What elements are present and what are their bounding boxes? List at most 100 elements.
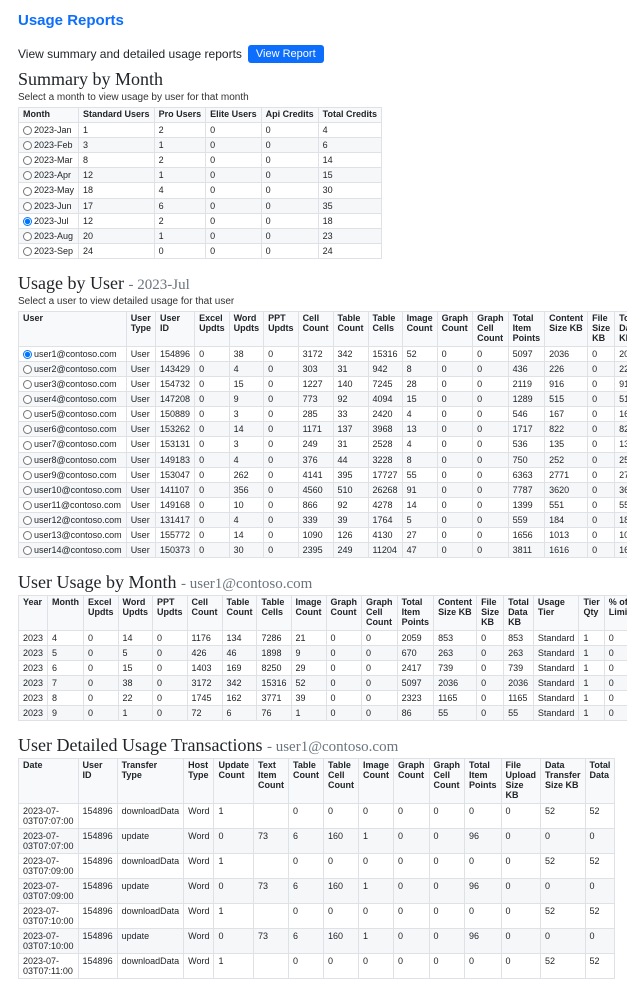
table-cell: 39 (333, 513, 368, 528)
row-select-radio[interactable] (23, 350, 32, 359)
table-cell: 2528 (368, 437, 402, 452)
row-select-radio[interactable] (23, 546, 32, 555)
row-select-radio[interactable] (23, 441, 32, 450)
table-cell: 1 (118, 706, 152, 721)
table-cell: User (126, 346, 155, 361)
table-cell: 96 (465, 878, 502, 903)
column-header: Excel Updts (195, 312, 230, 347)
table-cell: 5 (402, 513, 437, 528)
table-cell: 0 (358, 853, 393, 878)
table-row[interactable]: user2@contoso.comUser1434290403033194280… (19, 361, 627, 376)
column-header: Table Count (222, 596, 257, 631)
table-cell: 0 (84, 676, 119, 691)
table-cell: 0 (604, 661, 627, 676)
table-cell: 0 (261, 198, 318, 213)
row-select-radio[interactable] (23, 202, 32, 211)
column-header: Elite Users (206, 108, 262, 123)
table-row[interactable]: user7@contoso.comUser1531310302493125284… (19, 437, 627, 452)
table-cell: 4 (48, 631, 84, 646)
column-header: Graph Cell Count (429, 759, 465, 804)
table-row[interactable]: user5@contoso.comUser1508890302853324204… (19, 407, 627, 422)
row-select-radio[interactable] (23, 395, 32, 404)
table-row[interactable]: user14@contoso.comUser150373030023952491… (19, 543, 627, 558)
table-row[interactable]: 2023-Jul1220018 (19, 213, 382, 228)
row-select-radio[interactable] (23, 126, 32, 135)
table-row[interactable]: 2023-Aug2010023 (19, 228, 382, 243)
table-cell: 0 (465, 803, 502, 828)
table-row[interactable]: 2023-Feb31006 (19, 138, 382, 153)
row-select-radio[interactable] (23, 217, 32, 226)
table-row: 202350504264618989006702630263Standard10… (19, 646, 627, 661)
row-select-radio[interactable] (23, 141, 32, 150)
table-cell: 1745 (187, 691, 222, 706)
table-cell: 24 (318, 243, 381, 258)
usage-by-user-table: UserUser TypeUser IDExcel UpdtsWord Updt… (18, 311, 627, 558)
row-select-radio[interactable] (23, 171, 32, 180)
table-cell: 6 (154, 198, 206, 213)
row-select-radio[interactable] (23, 501, 32, 510)
table-cell: 0 (465, 953, 502, 978)
view-report-button[interactable]: View Report (248, 45, 324, 63)
table-cell: 0 (501, 853, 541, 878)
row-select-radio[interactable] (23, 516, 32, 525)
usage-by-user-title: Usage by User (18, 273, 124, 293)
row-select-radio[interactable] (23, 531, 32, 540)
table-row[interactable]: user8@contoso.comUser1491830403764432288… (19, 452, 627, 467)
table-cell: 0 (541, 828, 586, 853)
row-select-radio[interactable] (23, 425, 32, 434)
table-cell: 15316 (368, 346, 402, 361)
row-select-radio[interactable] (23, 187, 32, 196)
table-row[interactable]: 2023-Sep2400024 (19, 243, 382, 258)
table-row[interactable]: user13@contoso.comUser155772014010901264… (19, 528, 627, 543)
table-cell: user7@contoso.com (19, 437, 127, 452)
row-select-radio[interactable] (23, 456, 32, 465)
table-cell: 73 (254, 878, 289, 903)
table-cell: 8 (79, 153, 155, 168)
row-select-radio[interactable] (23, 486, 32, 495)
table-cell: 0 (358, 803, 393, 828)
row-select-radio[interactable] (23, 380, 32, 389)
column-header: Graph Count (326, 596, 362, 631)
table-cell: 8 (48, 691, 84, 706)
table-cell: 6363 (508, 467, 545, 482)
table-cell: Standard (533, 631, 579, 646)
table-cell: 0 (588, 392, 615, 407)
row-select-radio[interactable] (23, 232, 32, 241)
row-select-radio[interactable] (23, 410, 32, 419)
table-cell: 31 (333, 437, 368, 452)
table-cell: 4 (229, 452, 263, 467)
table-row[interactable]: user4@contoso.comUser1472080907739240941… (19, 392, 627, 407)
table-cell: 0 (264, 346, 299, 361)
table-row: 2023-07-03T07:07:00154896downloadDataWor… (19, 803, 615, 828)
table-cell: 15316 (257, 676, 291, 691)
table-row[interactable]: user12@contoso.comUser131417040339391764… (19, 513, 627, 528)
table-row[interactable]: 2023-May1840030 (19, 183, 382, 198)
table-row[interactable]: user1@contoso.comUser1548960380317234215… (19, 346, 627, 361)
row-select-radio[interactable] (23, 365, 32, 374)
table-row[interactable]: user10@contoso.comUser141107035604560510… (19, 482, 627, 497)
column-header: Tier Qty (579, 596, 604, 631)
table-row[interactable]: 2023-Mar820014 (19, 153, 382, 168)
table-row[interactable]: user3@contoso.comUser1547320150122714072… (19, 376, 627, 391)
table-cell: Standard (533, 676, 579, 691)
table-row[interactable]: 2023-Jun1760035 (19, 198, 382, 213)
table-cell: 141107 (156, 482, 195, 497)
table-row[interactable]: 2023-Jan12004 (19, 122, 382, 137)
table-row[interactable]: 2023-Apr1210015 (19, 168, 382, 183)
column-header: Total Item Points (465, 759, 502, 804)
table-row[interactable]: user6@contoso.comUser1532620140117113739… (19, 422, 627, 437)
table-cell: 30 (229, 543, 263, 558)
row-select-radio[interactable] (23, 156, 32, 165)
column-header: Content Size KB (434, 596, 477, 631)
table-cell: 515 (615, 392, 627, 407)
table-cell: 0 (326, 676, 362, 691)
table-cell (254, 953, 289, 978)
row-select-radio[interactable] (23, 247, 32, 256)
table-cell: 942 (368, 361, 402, 376)
row-select-radio[interactable] (23, 471, 32, 480)
table-cell: 5097 (508, 346, 545, 361)
table-cell: 0 (393, 828, 429, 853)
table-row[interactable]: user9@contoso.comUser1530470262041413951… (19, 467, 627, 482)
table-row[interactable]: user11@contoso.comUser149168010086692427… (19, 497, 627, 512)
table-cell: 22 (118, 691, 152, 706)
